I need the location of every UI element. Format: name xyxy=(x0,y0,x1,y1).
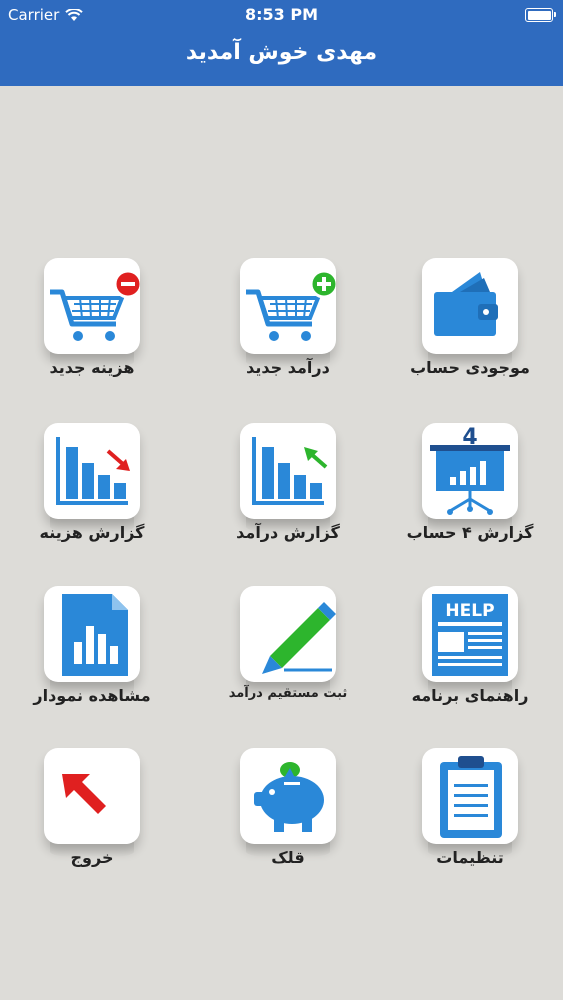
menu-label: هزینه جدید xyxy=(49,358,135,377)
help-document-icon: HELP xyxy=(432,594,508,676)
four-text: 4 xyxy=(462,425,477,450)
wallet-icon xyxy=(434,272,498,336)
menu-item-balance[interactable]: موجودی حساب xyxy=(395,250,545,400)
battery-icon xyxy=(525,8,556,22)
page-title: مهدی خوش آمدید xyxy=(185,40,378,65)
help-text: HELP xyxy=(445,601,494,621)
menu-label: گزارش درآمد xyxy=(236,523,340,542)
pencil-icon xyxy=(262,602,336,674)
menu-label: مشاهده نمودار xyxy=(33,686,151,705)
menu-label: راهنمای برنامه xyxy=(411,686,529,705)
status-bar: Carrier 8:53 PM xyxy=(0,0,563,30)
menu-item-piggy-bank[interactable]: قلک xyxy=(213,740,363,890)
menu-item-new-expense[interactable]: هزینه جدید xyxy=(17,250,167,400)
menu-label: موجودی حساب xyxy=(410,358,530,377)
menu-item-new-income[interactable]: درآمد جدید xyxy=(213,250,363,400)
piggy-bank-icon xyxy=(254,762,324,832)
menu-item-expense-report[interactable]: گزارش هزینه xyxy=(17,415,167,565)
status-time: 8:53 PM xyxy=(244,5,318,24)
menu-item-exit[interactable]: خروج xyxy=(17,740,167,890)
menu-item-settings[interactable]: تنظیمات xyxy=(395,740,545,890)
cart-remove-icon xyxy=(50,269,140,341)
exit-arrow-icon xyxy=(62,774,106,814)
presentation-chart-icon: 4 xyxy=(430,425,510,515)
menu-item-help[interactable]: HELP راهنمای برنامه xyxy=(395,578,545,728)
chart-document-icon xyxy=(62,594,128,676)
bar-chart-down-icon xyxy=(56,437,130,505)
clipboard-icon xyxy=(440,756,502,838)
menu-item-view-chart[interactable]: مشاهده نمودار xyxy=(17,578,167,728)
menu-label: خروج xyxy=(70,848,114,867)
menu-item-four-accounts-report[interactable]: 4 گزارش ۴ حساب xyxy=(395,415,545,565)
menu-label: گزارش ۴ حساب xyxy=(406,523,534,542)
menu-label: تنظیمات xyxy=(436,848,504,867)
menu-item-direct-income[interactable]: ثبت مستقیم درآمد xyxy=(213,578,363,728)
menu-label: ثبت مستقیم درآمد xyxy=(228,686,348,701)
bar-chart-up-icon xyxy=(252,437,328,505)
menu-label: درآمد جدید xyxy=(246,358,330,377)
cart-add-icon xyxy=(246,269,336,341)
menu-label: گزارش هزینه xyxy=(39,523,145,542)
header-bar: Carrier 8:53 PM مهدی خوش آمدید xyxy=(0,0,563,86)
menu-label: قلک xyxy=(271,848,305,867)
menu-item-income-report[interactable]: گزارش درآمد xyxy=(213,415,363,565)
